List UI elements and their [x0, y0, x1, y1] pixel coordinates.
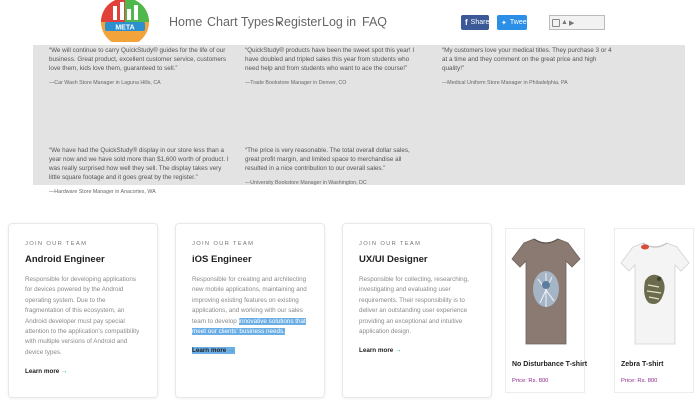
testimonial-attribution: —Car Wash Store Manager in Laguna Hills,…: [49, 80, 161, 86]
nav-login-link[interactable]: Log in: [322, 15, 356, 29]
testimonial: “My customers love your medical titles. …: [442, 46, 618, 88]
testimonial-attribution: —Trade Bookstore Manager in Denver, CO: [245, 80, 347, 86]
testimonial-text: “We have had the QuickStudy® display in …: [49, 147, 229, 181]
twitter-tweet-button[interactable]: ✦ Tweet: [497, 15, 529, 30]
product-name: Zebra T-shirt: [621, 361, 664, 368]
product-card[interactable]: No Disturbance T-shirt Price: Rs. 800: [505, 228, 588, 393]
testimonial: “The price is very reasonable. The total…: [245, 146, 417, 188]
product-card[interactable]: Zebra T-shirt Price: Rs. 800: [614, 228, 694, 393]
facebook-share-button[interactable]: f Share: [461, 15, 489, 30]
job-card-tag: JOIN OUR TEAM: [359, 241, 422, 247]
twitter-tweet-label: Tweet: [509, 19, 529, 26]
testimonial: “QuickStudy® products have been the swee…: [245, 46, 417, 88]
tshirt-image: [511, 238, 581, 345]
testimonial-attribution: —Medical Uniform Store Manager in Philad…: [442, 80, 568, 86]
arrow-right-icon: →: [395, 347, 402, 355]
arrow-right-icon: ▶: [568, 19, 575, 27]
tshirt-image: [620, 242, 690, 345]
testimonial-text: “The price is very reasonable. The total…: [245, 147, 410, 172]
twitter-icon: ✦: [501, 19, 507, 27]
testimonial-attribution: —Hardware Store Manager in Anacortes, WA: [49, 189, 156, 195]
arrow-right-icon: →: [61, 368, 68, 376]
job-card-ux-ui: JOIN OUR TEAM UX/UI Designer Responsible…: [342, 223, 492, 398]
nav-chart-types-link[interactable]: Chart Types ▾: [207, 15, 281, 29]
learn-more-label: Learn more: [25, 368, 60, 376]
learn-more-link[interactable]: Learn more →: [192, 347, 235, 355]
learn-more-link[interactable]: Learn more →: [25, 368, 68, 375]
testimonial: “We have had the QuickStudy® display in …: [49, 146, 229, 197]
facebook-icon: f: [465, 18, 468, 27]
testimonial-text: “We will continue to carry QuickStudy® g…: [49, 47, 227, 72]
nav-home-link[interactable]: Home: [169, 15, 202, 29]
job-card-title: Android Engineer: [25, 254, 105, 265]
job-card-description: Responsible for developing applications …: [25, 276, 140, 356]
testimonials-section: “We will continue to carry QuickStudy® g…: [33, 45, 685, 195]
translate-widget[interactable]: ▲ ▶: [549, 15, 605, 30]
arrow-right-icon: →: [228, 347, 235, 355]
nav-faq-link[interactable]: FAQ: [362, 15, 387, 29]
learn-more-link[interactable]: Learn more →: [359, 347, 402, 354]
nav-register-link[interactable]: Register: [275, 15, 322, 29]
testimonial-text: “QuickStudy® products have been the swee…: [245, 47, 415, 72]
job-card-title: UX/UI Designer: [359, 254, 428, 265]
job-card-description: Responsible for collecting, researching,…: [359, 276, 469, 336]
product-price: Price: Rs. 800: [621, 378, 658, 384]
testimonial: “We will continue to carry QuickStudy® g…: [49, 46, 229, 88]
job-card-android: JOIN OUR TEAM Android Engineer Responsib…: [8, 223, 158, 398]
job-card-tag: JOIN OUR TEAM: [192, 241, 255, 247]
testimonial-attribution: —University Bookstore Manager in Washing…: [245, 180, 367, 186]
logo-text: META: [115, 25, 134, 32]
job-card-title: iOS Engineer: [192, 254, 252, 265]
job-card-tag: JOIN OUR TEAM: [25, 241, 88, 247]
nav-chart-types-label: Chart Types: [207, 15, 275, 29]
product-name: No Disturbance T-shirt: [512, 361, 588, 368]
meta-logo[interactable]: META: [97, 0, 153, 42]
learn-more-label: Learn more: [192, 347, 227, 355]
job-card-description: Responsible for creating and architectin…: [192, 275, 308, 337]
job-card-ios: JOIN OUR TEAM iOS Engineer Responsible f…: [175, 223, 325, 398]
arrow-up-icon: ▲: [561, 19, 568, 26]
learn-more-label: Learn more: [359, 347, 394, 355]
translate-icon: [552, 18, 560, 27]
testimonial-text: “My customers love your medical titles. …: [442, 47, 612, 72]
facebook-share-label: Share: [470, 19, 490, 26]
top-nav: META Home Chart Types ▾ Register Log in …: [0, 0, 700, 45]
product-price: Price: Rs. 800: [512, 378, 549, 384]
